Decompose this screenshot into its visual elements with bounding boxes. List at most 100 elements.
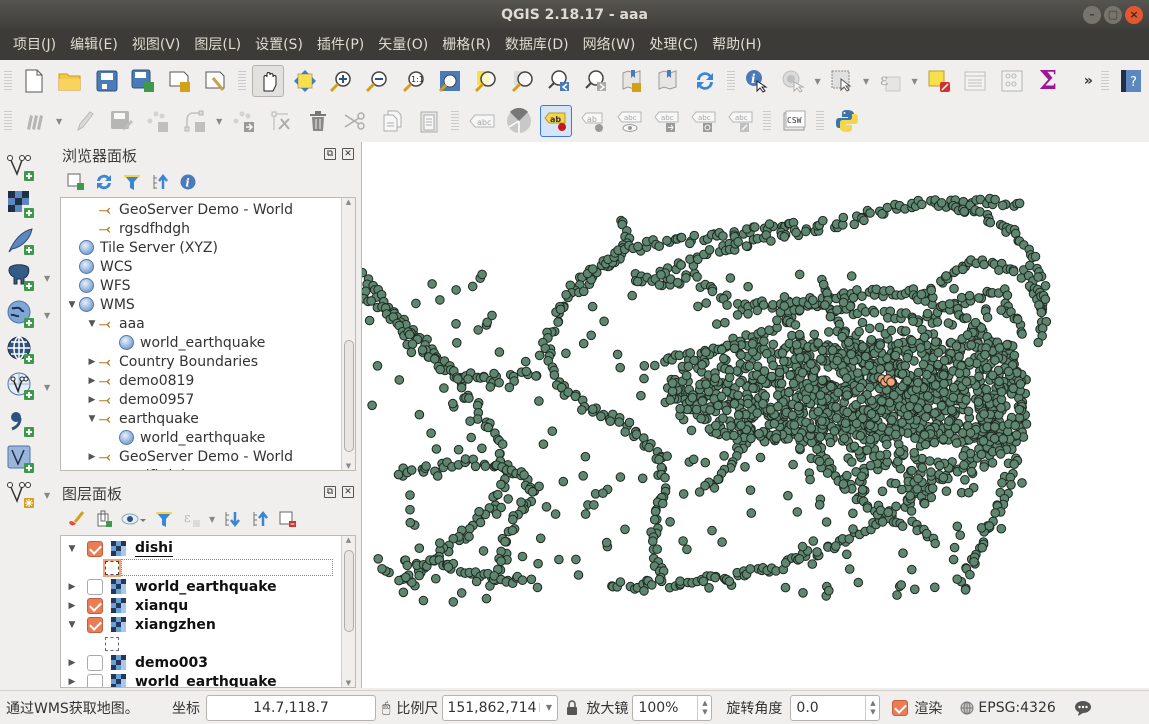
layer-item[interactable]: ▶ world_earthquake xyxy=(65,672,277,687)
add-wms-layer-button[interactable] xyxy=(6,299,38,331)
legend-symbol-row[interactable] xyxy=(103,558,333,577)
layer-visibility-checkbox[interactable] xyxy=(87,597,103,614)
scale-dropdown-icon[interactable]: ▼ xyxy=(539,703,557,712)
render-checkbox[interactable] xyxy=(892,699,909,716)
rotation-spin-buttons[interactable]: ▲ ▼ xyxy=(865,695,879,720)
layer-item[interactable]: ▼ xiangzhen xyxy=(65,615,216,634)
current-edits-button[interactable] xyxy=(19,105,51,137)
close-button[interactable]: × xyxy=(1125,6,1143,24)
expression-filter-dropdown[interactable]: ▼ xyxy=(209,515,215,524)
browser-item[interactable]: ⤙ rgsdfhdgh xyxy=(85,219,190,238)
paste-features-button[interactable] xyxy=(413,105,445,137)
node-tool-dropdown[interactable]: ▼ xyxy=(216,117,222,126)
field-calculator-button[interactable] xyxy=(996,65,1027,97)
browser-scrollbar[interactable]: ▲ ▼ xyxy=(341,198,355,470)
show-bookmarks-button[interactable] xyxy=(653,65,684,97)
map-canvas[interactable] xyxy=(361,142,1149,688)
expand-arrow-icon[interactable]: ▶ xyxy=(65,677,79,687)
save-edits-button[interactable] xyxy=(105,105,137,137)
toolbar-grip[interactable] xyxy=(4,111,12,131)
zoom-out-button[interactable] xyxy=(362,65,393,97)
wfs-dropdown[interactable]: ▼ xyxy=(44,383,50,392)
float-panel-button[interactable]: ⧉ xyxy=(324,486,336,498)
new-bookmark-button[interactable] xyxy=(616,65,647,97)
composer-manager-button[interactable] xyxy=(200,65,231,97)
pan-to-selection-button[interactable] xyxy=(289,65,320,97)
new-project-button[interactable] xyxy=(18,65,49,97)
move-label-button[interactable]: abc xyxy=(651,105,683,137)
zoom-native-button[interactable]: 1:1 xyxy=(398,65,429,97)
minimize-button[interactable]: – xyxy=(1083,6,1101,24)
layer-item[interactable]: ▼ dishi xyxy=(65,539,173,558)
expand-arrow-icon[interactable]: ▶ xyxy=(85,452,99,462)
menu-database[interactable]: 数据库(D) xyxy=(498,30,576,60)
node-tool-button[interactable] xyxy=(179,105,211,137)
new-layer-dropdown[interactable]: ▼ xyxy=(44,491,50,500)
preview-labels-button[interactable]: abc xyxy=(614,105,646,137)
cut-features-button[interactable] xyxy=(339,105,371,137)
toolbar-grip[interactable] xyxy=(1100,71,1109,91)
browser-item[interactable]: ▼ WMS xyxy=(65,295,135,314)
add-delimited-text-button[interactable] xyxy=(6,408,38,440)
layers-scrollbar[interactable]: ▲ ▼ xyxy=(341,536,355,687)
add-spatialite-layer-button[interactable] xyxy=(6,226,38,258)
menu-layer[interactable]: 图层(L) xyxy=(187,30,248,60)
toolbar-overflow-button[interactable]: » xyxy=(1084,73,1093,89)
layer-item[interactable]: ▶ world_earthquake xyxy=(65,577,277,596)
collapse-arrow-icon[interactable]: ▼ xyxy=(85,414,99,424)
menu-settings[interactable]: 设置(S) xyxy=(248,30,310,60)
browser-item[interactable]: WCS xyxy=(65,257,133,276)
refresh-button[interactable] xyxy=(689,65,720,97)
add-postgis-layer-button[interactable] xyxy=(6,262,38,294)
layer-visibility-checkbox[interactable] xyxy=(87,673,103,687)
run-action-button[interactable] xyxy=(778,65,809,97)
browser-item[interactable]: WFS xyxy=(65,276,131,295)
select-dropdown[interactable]: ▼ xyxy=(863,77,869,86)
open-project-button[interactable] xyxy=(55,65,86,97)
menu-raster[interactable]: 栅格(R) xyxy=(435,30,498,60)
toolbar-grip[interactable] xyxy=(726,71,735,91)
expand-arrow-icon[interactable]: ▶ xyxy=(65,582,79,592)
add-virtual-layer-button[interactable] xyxy=(6,444,38,476)
browser-item[interactable]: ▶ ⤙ demo0957 xyxy=(85,390,195,409)
manage-visibility-button[interactable] xyxy=(118,507,150,531)
attribute-table-button[interactable] xyxy=(960,65,991,97)
expand-arrow-icon[interactable]: ▶ xyxy=(85,376,99,386)
layer-visibility-checkbox[interactable] xyxy=(87,578,103,595)
browser-properties-button[interactable]: i xyxy=(174,170,202,194)
zoom-to-selection-button[interactable] xyxy=(471,65,502,97)
zoom-to-layer-button[interactable] xyxy=(507,65,538,97)
coordinate-field[interactable]: 14.7,118.7 xyxy=(206,694,376,721)
layer-item[interactable]: ▶ demo003 xyxy=(65,653,208,672)
layer-visibility-checkbox[interactable] xyxy=(87,540,103,557)
deselect-all-button[interactable] xyxy=(923,65,954,97)
add-wfs-layer-button[interactable] xyxy=(6,371,38,403)
toolbar-grip[interactable] xyxy=(451,111,460,131)
browser-item[interactable]: ⤙ rgsdfhdgh xyxy=(85,466,190,471)
layer-item[interactable]: ▶ xianqu xyxy=(65,596,188,615)
diagram-tool-button[interactable] xyxy=(503,105,535,137)
collapse-arrow-icon[interactable]: ▼ xyxy=(65,300,79,310)
browser-item[interactable]: ▼ ⤙ aaa xyxy=(85,314,145,333)
add-group-button[interactable] xyxy=(90,507,118,531)
run-action-dropdown[interactable]: ▼ xyxy=(814,77,820,86)
copy-features-button[interactable] xyxy=(376,105,408,137)
filter-legend-button[interactable] xyxy=(150,507,178,531)
expand-arrow-icon[interactable]: ▶ xyxy=(85,395,99,405)
filter-by-expression-button[interactable]: ε xyxy=(178,507,206,531)
rotate-label-button[interactable]: abc xyxy=(688,105,720,137)
layer-visibility-checkbox[interactable] xyxy=(87,616,103,633)
zoom-next-button[interactable] xyxy=(580,65,611,97)
expression-dropdown[interactable]: ▼ xyxy=(912,77,918,86)
select-features-button[interactable] xyxy=(826,65,857,97)
expand-arrow-icon[interactable]: ▶ xyxy=(65,601,79,611)
zoom-full-button[interactable] xyxy=(434,65,465,97)
menu-help[interactable]: 帮助(H) xyxy=(705,30,768,60)
add-vector-layer-button[interactable] xyxy=(6,152,38,184)
collapse-arrow-icon[interactable]: ▼ xyxy=(65,620,79,630)
pan-button[interactable] xyxy=(252,65,284,97)
add-raster-layer-button[interactable] xyxy=(6,189,38,221)
change-label-button[interactable]: abc xyxy=(725,105,757,137)
toolbar-grip[interactable] xyxy=(763,111,772,131)
pin-labels-button[interactable]: ab xyxy=(539,105,572,137)
